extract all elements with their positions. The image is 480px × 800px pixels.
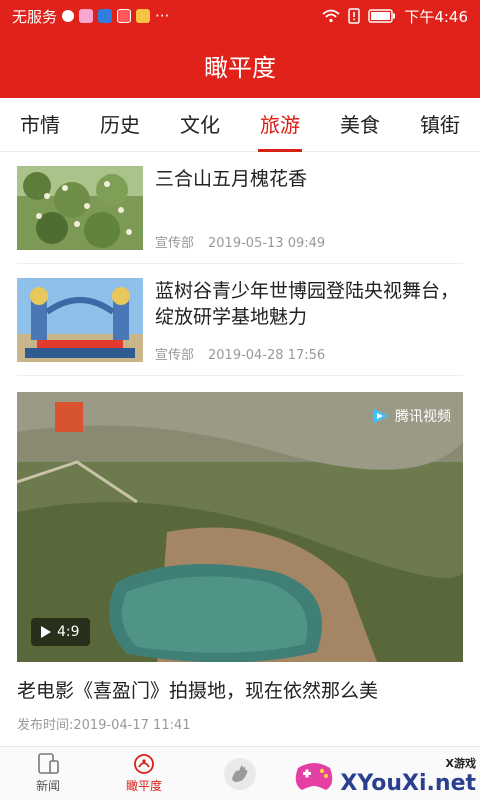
watermark-small: X游戏 — [445, 757, 476, 770]
video-provider: 腾讯视频 — [395, 409, 451, 425]
tab-lishi[interactable]: 历史 — [80, 98, 160, 152]
compass-icon — [134, 754, 154, 774]
news-date: 2019-05-13 09:49 — [208, 236, 326, 251]
news-source: 宣传部 — [155, 348, 195, 363]
wifi-icon — [322, 9, 340, 23]
nav-center[interactable] — [192, 747, 288, 800]
news-item[interactable]: 蓝树谷青少年世博园登陆央视舞台，绽放研学基地魅力 宣传部 2019-04-28 1… — [17, 264, 463, 376]
news-title[interactable]: 蓝树谷青少年世博园登陆央视舞台，绽放研学基地魅力 — [155, 278, 463, 330]
video-title[interactable]: 老电影《喜盈门》拍摄地，现在依然那么美 — [17, 676, 378, 703]
nav-news[interactable]: 新闻 — [0, 747, 96, 800]
news-list: 三合山五月槐花香 宣传部 2019-05-13 09:49 蓝树谷青少年世博园登陆… — [0, 152, 480, 376]
hand-icon — [224, 757, 256, 790]
category-tabs: 市情 历史 文化 旅游 美食 镇街 — [0, 98, 480, 152]
news-thumbnail[interactable] — [17, 166, 143, 250]
video-duration-badge: 4:9 — [31, 618, 90, 646]
tab-meishi[interactable]: 美食 — [320, 98, 400, 152]
nav-kanpingdu[interactable]: 瞰平度 — [96, 747, 192, 800]
gamepad-icon — [296, 762, 333, 790]
news-item[interactable]: 三合山五月槐花香 宣传部 2019-05-13 09:49 — [17, 152, 463, 264]
nav-news-label: 新闻 — [35, 779, 60, 793]
tab-zhenjie[interactable]: 镇街 — [400, 98, 480, 152]
app-icon-1 — [79, 9, 94, 23]
news-date: 2019-04-28 17:56 — [208, 348, 326, 363]
news-meta: 宣传部 2019-04-28 17:56 — [155, 344, 325, 363]
video-publish-time: 发布时间:2019-04-17 11:41 — [17, 718, 191, 733]
watermark-text: XYouXi.net — [340, 771, 476, 796]
video-duration: 4:9 — [57, 624, 80, 640]
tab-shiqing[interactable]: 市情 — [0, 98, 80, 152]
battery-icon — [368, 9, 396, 23]
app-icon-2 — [98, 9, 113, 23]
watermark: X游戏 XYouXi.net — [292, 755, 476, 796]
sim-alert-icon — [348, 8, 361, 24]
clock: 下午4:46 — [404, 7, 468, 26]
play-icon — [41, 626, 51, 638]
news-title[interactable]: 三合山五月槐花香 — [155, 166, 463, 192]
phone-icon — [38, 753, 59, 774]
app-bar: 瞰平度 — [0, 32, 480, 98]
news-thumbnail[interactable] — [17, 278, 143, 362]
tencent-video-logo: 腾讯视频 — [372, 406, 451, 426]
app-icon-3 — [117, 9, 132, 23]
more-notifications-icon: ··· — [155, 7, 170, 25]
video-player[interactable]: 腾讯视频 4:9 — [17, 392, 463, 662]
app-title: 瞰平度 — [204, 53, 276, 82]
tencent-video-icon — [374, 409, 388, 423]
carrier-label: 无服务 — [12, 7, 58, 26]
weibo-icon — [136, 9, 151, 23]
news-source: 宣传部 — [155, 236, 195, 251]
nav-kanpingdu-label: 瞰平度 — [125, 779, 162, 793]
tab-wenhua[interactable]: 文化 — [160, 98, 240, 152]
news-meta: 宣传部 2019-05-13 09:49 — [155, 232, 325, 251]
tab-lvyou[interactable]: 旅游 — [240, 98, 320, 152]
alert-icon — [62, 10, 75, 22]
status-bar: 无服务 ··· 下午4:46 — [0, 0, 480, 32]
